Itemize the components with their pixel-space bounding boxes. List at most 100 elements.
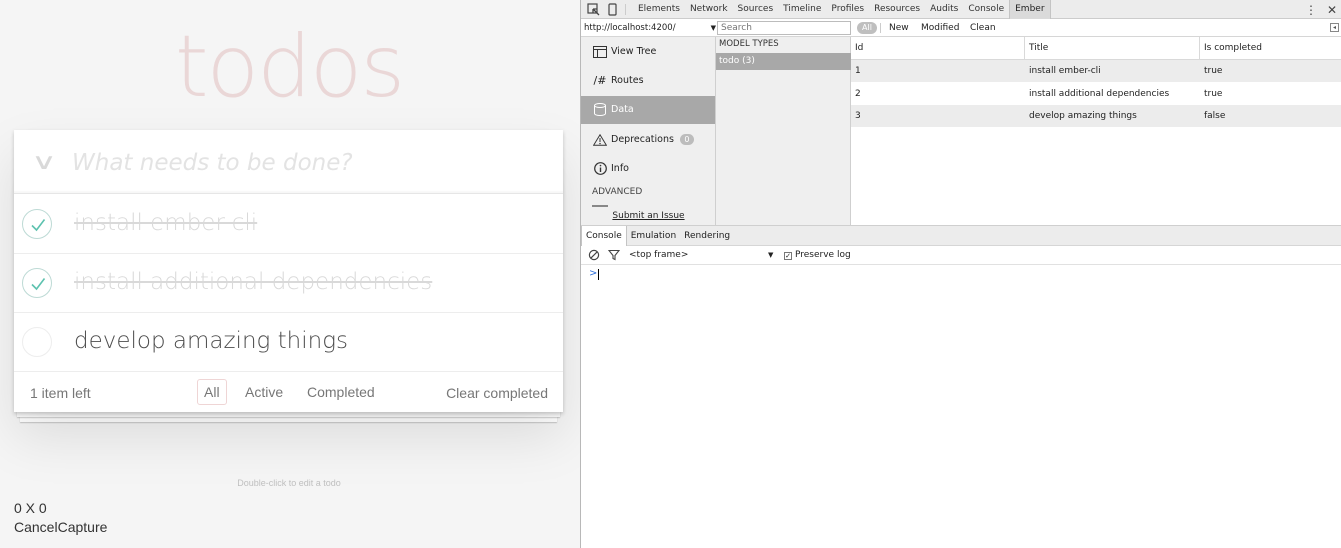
drawer-tab-console[interactable]: Console xyxy=(581,226,627,246)
console-toolbar: <top frame> ▼ ✓ Preserve log xyxy=(581,246,1341,265)
routes-icon: /# xyxy=(593,74,607,87)
search-input[interactable] xyxy=(717,21,851,35)
deprecations-count-badge: 0 xyxy=(679,134,694,145)
todo-checkbox[interactable] xyxy=(22,327,52,357)
warning-icon xyxy=(592,126,608,157)
toolbar-separator xyxy=(880,23,881,33)
tab-ember[interactable]: Ember xyxy=(1009,0,1051,19)
frame-select[interactable]: <top frame> xyxy=(629,246,688,265)
filter-completed-link[interactable]: Completed xyxy=(300,379,382,405)
tab-timeline[interactable]: Timeline xyxy=(778,0,826,19)
todo-footer: 1 item left All Active Completed Clear c… xyxy=(14,372,563,412)
items-left-count: 1 item left xyxy=(30,385,91,401)
console-input-caret[interactable] xyxy=(598,269,599,280)
column-header-title[interactable]: Title xyxy=(1024,37,1200,60)
sidebar-item-data[interactable]: Data xyxy=(581,96,715,127)
devtools-panel: Elements Network Sources Timeline Profil… xyxy=(581,0,1341,548)
close-icon[interactable]: ✕ xyxy=(1327,3,1337,17)
dropdown-arrow-icon: ▼ xyxy=(710,24,716,32)
collapse-panel-icon[interactable]: ◂ xyxy=(1330,23,1339,32)
cell-id: 2 xyxy=(855,89,861,99)
devtools-tabbar: Elements Network Sources Timeline Profil… xyxy=(581,0,1341,19)
tab-network[interactable]: Network xyxy=(685,0,733,19)
devtools-tabs: Elements Network Sources Timeline Profil… xyxy=(633,0,1051,19)
checkmark-icon xyxy=(31,278,46,291)
sidebar-item-view-tree[interactable]: View Tree xyxy=(581,38,715,69)
sidebar-item-deprecations[interactable]: Deprecations 0 xyxy=(581,126,715,157)
ember-sidebar: View Tree /# Routes Data Deprecations 0 xyxy=(581,37,716,225)
toggle-all-chevron-icon[interactable]: ∨ xyxy=(22,148,67,176)
cell-is-completed: true xyxy=(1204,66,1223,76)
cell-id: 3 xyxy=(855,111,861,121)
model-types-header: MODEL TYPES xyxy=(719,39,779,49)
todo-checkbox-checked[interactable] xyxy=(22,268,52,298)
tab-console[interactable]: Console xyxy=(963,0,1009,19)
sidebar-item-label: View Tree xyxy=(611,46,657,57)
sidebar-item-label: Info xyxy=(611,163,629,174)
tab-resources[interactable]: Resources xyxy=(869,0,925,19)
table-row[interactable]: 1 install ember-cli true xyxy=(851,60,1341,82)
capture-coords: 0 X 0 xyxy=(14,500,47,516)
model-types-panel: MODEL TYPES todo (3) xyxy=(716,37,898,225)
records-table: Id Title Is completed 1 install ember-cl… xyxy=(851,37,1341,225)
todo-checkbox-checked[interactable] xyxy=(22,209,52,239)
filter-icon[interactable] xyxy=(608,249,620,261)
tab-audits[interactable]: Audits xyxy=(925,0,963,19)
tree-icon xyxy=(592,38,608,69)
cell-title: install additional dependencies xyxy=(1029,89,1170,99)
todo-label[interactable]: install ember-cli xyxy=(74,210,257,236)
sidebar-item-label: Data xyxy=(611,104,634,115)
filter-clean-button[interactable]: Clean xyxy=(970,19,996,37)
tab-profiles[interactable]: Profiles xyxy=(826,0,869,19)
column-header-id[interactable]: Id xyxy=(851,37,1025,60)
todo-list-card: ∨ install ember-cli install additional d… xyxy=(14,130,563,412)
sidebar-section-advanced: ADVANCED xyxy=(592,187,643,197)
submit-issue-link[interactable]: Submit an Issue xyxy=(581,207,715,225)
app-title: todos xyxy=(174,17,405,117)
more-options-icon[interactable]: ⋮ xyxy=(1305,3,1317,17)
drawer-tab-rendering[interactable]: Rendering xyxy=(680,226,734,246)
data-icon xyxy=(592,96,608,127)
todo-label[interactable]: install additional dependencies xyxy=(74,269,432,295)
filter-new-button[interactable]: New xyxy=(889,19,909,37)
todo-label[interactable]: develop amazing things xyxy=(74,328,348,354)
filter-modified-button[interactable]: Modified xyxy=(921,19,959,37)
sidebar-item-info[interactable]: Info xyxy=(581,155,715,186)
preserve-log-checkbox[interactable]: ✓ Preserve log xyxy=(784,246,851,265)
devtools-window-controls: ⋮ ✕ xyxy=(1305,0,1337,19)
filter-all-pill[interactable]: All xyxy=(857,22,877,34)
todo-item[interactable]: install additional dependencies xyxy=(14,254,563,313)
table-header: Id Title Is completed xyxy=(851,37,1341,60)
filter-all-link[interactable]: All xyxy=(197,379,227,405)
info-icon xyxy=(592,155,608,186)
clear-console-icon[interactable] xyxy=(588,249,600,261)
cell-title: install ember-cli xyxy=(1029,66,1101,76)
new-todo-row: ∨ xyxy=(14,130,563,194)
url-select[interactable]: http://localhost:4200/ ▼ xyxy=(584,21,716,35)
table-row[interactable]: 2 install additional dependencies true xyxy=(851,83,1341,105)
console-prompt: > xyxy=(589,268,598,279)
cell-is-completed: false xyxy=(1204,111,1226,121)
tab-elements[interactable]: Elements xyxy=(633,0,685,19)
sidebar-item-routes[interactable]: /# Routes xyxy=(581,67,715,95)
todo-app-pane: todos ∨ install ember-cli install additi… xyxy=(0,0,580,548)
dropdown-arrow-icon[interactable]: ▼ xyxy=(768,246,773,265)
screen: todos ∨ install ember-cli install additi… xyxy=(0,0,1341,548)
filter-active-link[interactable]: Active xyxy=(238,379,290,405)
tab-sources[interactable]: Sources xyxy=(733,0,779,19)
url-value: http://localhost:4200/ xyxy=(584,23,676,33)
checkbox-checked-icon: ✓ xyxy=(784,252,792,260)
drawer-tabbar: Console Emulation Rendering xyxy=(581,225,1341,246)
todo-item[interactable]: install ember-cli xyxy=(14,195,563,254)
column-header-is-completed[interactable]: Is completed xyxy=(1199,37,1341,60)
device-mode-icon[interactable] xyxy=(606,3,619,16)
table-row[interactable]: 3 develop amazing things false xyxy=(851,105,1341,127)
capture-actions[interactable]: CancelCapture xyxy=(14,519,107,535)
info-hint: Double-click to edit a todo xyxy=(237,478,341,488)
model-type-item[interactable]: todo (3) xyxy=(716,53,851,70)
new-todo-input[interactable] xyxy=(72,144,542,182)
todo-item[interactable]: develop amazing things xyxy=(14,313,563,372)
drawer-tab-emulation[interactable]: Emulation xyxy=(627,226,680,246)
inspect-element-icon[interactable] xyxy=(587,3,600,16)
clear-completed-button[interactable]: Clear completed xyxy=(446,385,548,401)
